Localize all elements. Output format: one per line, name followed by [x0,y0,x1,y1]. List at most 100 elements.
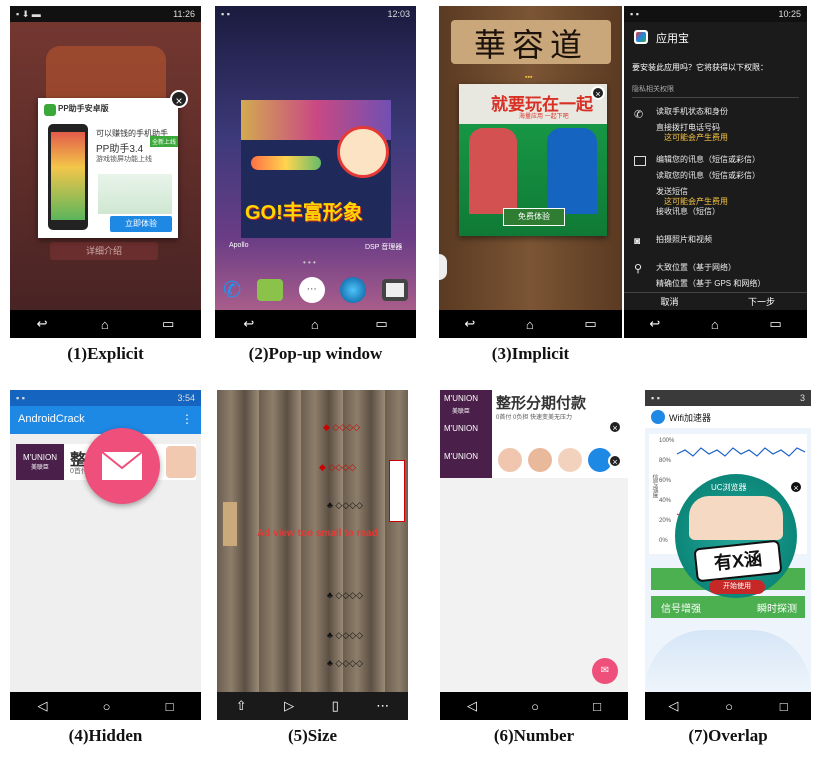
signal-line-blue [676,447,806,457]
phone-size: ◆ ◇◇◇◇ ◆ ◇◇◇◇ ♣ ◇◇◇◇ Ad view too small t… [217,390,408,720]
home-icon[interactable]: ⌂ [526,317,534,332]
home-icon[interactable]: ○ [103,699,111,714]
caption-explicit: (1)Explicit [67,344,144,363]
phone-popup-window: 12:03 ▪ ▪ GO!丰富形象 Apollo DSP 音理器 • • • ✆ … [215,6,416,338]
phone-hidden: 3:54▪ ▪ AndroidCrack ⋮ M'UNION 美联臣 整形 0首… [10,390,201,720]
popup-line2: PP助手3.4 [96,144,144,155]
implicit-ad[interactable]: 就要玩在一起 海量应用 一起下吧 免费体验 [459,84,607,236]
phone-number: M'UNION M'UNION M'UNION 美联臣 整形分期付款 0首付 0… [440,390,628,720]
stacked-ads[interactable]: M'UNION M'UNION M'UNION 美联臣 整形分期付款 0首付 0… [440,390,628,478]
home-icon[interactable]: ○ [531,699,539,714]
dock: ✆ ⋯ [215,270,416,310]
ad-close-icon[interactable]: × [591,86,605,100]
app-label-left[interactable]: Apollo [229,242,248,249]
card-column-left [223,502,237,546]
cancel-button[interactable]: 取消 [624,293,715,311]
home-icon[interactable]: ⌂ [101,317,109,332]
ad-face [166,446,196,478]
back-icon[interactable]: ↩ [243,316,254,332]
action-button-2[interactable]: 信号增强 瞬时探测 [651,596,805,618]
popup-close-icon[interactable]: × [170,90,188,108]
card-row-5: ♣ ◇◇◇◇ [327,630,364,640]
nav-bar: ⇧ ▷ ▯ ⋯ [217,692,408,720]
location-icon: ⚲ [634,263,643,275]
ad-close-icon[interactable]: × [789,480,803,494]
recents-icon[interactable]: □ [593,699,601,714]
next-button[interactable]: 下一步 [716,293,807,311]
recents-icon[interactable]: ▭ [162,316,174,332]
home-icon[interactable]: ⌂ [711,317,719,332]
store-icon [634,30,648,44]
back-icon[interactable]: ↩ [649,316,660,332]
nav-bar: ◁ ○ □ [10,692,201,720]
ad-start-button[interactable]: 开始使用 [709,580,765,594]
apps-drawer-icon[interactable]: ⋯ [298,277,325,303]
popup-line3: 游戏锁屏功能上线 [96,156,152,163]
mail-fab[interactable] [84,428,160,504]
ad-badge: 有X涵 [693,539,783,583]
ad-close-icon[interactable]: × [608,454,622,468]
more-icon[interactable]: ⋯ [376,698,389,714]
browser-icon[interactable] [340,277,367,303]
wifi-app-icon [651,410,665,424]
back-icon[interactable]: ↩ [464,316,475,332]
face [528,448,552,472]
popup-badge: 全新上线 [150,136,178,147]
app-bar: Wifi加速器 [645,406,811,428]
caption-popup-window: (2)Pop-up window [248,344,383,363]
nav-bar: ◁ ○ □ [440,692,628,720]
home-icon[interactable]: ○ [725,699,733,714]
status-bar: 10:25 ▪ ▪ [624,6,807,22]
app-bar: AndroidCrack ⋮ [10,406,201,434]
tiny-ad-view[interactable] [389,460,405,522]
install-action-bar: 取消 下一步 [624,292,807,311]
phone-implicit-game: 華容道 ▪▪▪ 就要玩在一起 海量应用 一起下吧 免费体验 × ↩ ⌂ ▭ [439,6,622,338]
mail-fab[interactable]: ✉ [592,658,618,684]
phone-explicit: 11:26 ▪ ⬇ ▬ 详细介绍 PP助手安卓版 可以赚钱的手机助手 PP助手3.… [10,6,201,338]
caption-hidden: (4)Hidden [68,726,143,745]
side-tab[interactable] [439,254,447,280]
camera-icon: ◙ [634,236,641,247]
recents-icon[interactable]: ▯ [332,698,339,714]
messaging-icon[interactable] [256,279,283,301]
overlap-ad[interactable]: UC浏览器 有X涵 开始使用 [675,474,797,598]
overflow-menu-icon[interactable]: ⋮ [181,412,193,426]
status-bar: 11:26 ▪ ⬇ ▬ [10,6,201,22]
back-icon[interactable]: ◁ [38,698,48,714]
back-icon[interactable]: ⇧ [236,698,247,714]
face [558,448,582,472]
banner-slogan: GO!丰富形象 [245,202,363,224]
nav-bar: ↩ ⌂ ▭ [439,310,622,338]
home-icon[interactable]: ⌂ [311,317,319,332]
back-icon[interactable]: ◁ [668,698,678,714]
ad-free-try-button[interactable]: 免费体验 [503,208,565,226]
recents-icon[interactable]: □ [166,699,174,714]
pp-logo-icon [44,104,56,116]
banner-ad[interactable]: GO!丰富形象 [241,100,391,238]
back-icon[interactable]: ↩ [37,316,48,332]
phone-icon: ✆ [634,109,644,121]
ad-too-small-label: Ad view too small to read [257,528,378,539]
nav-bar: ↩ ⌂ ▭ [624,310,807,338]
background-details-button[interactable]: 详细介绍 [50,242,158,260]
page-indicator: • • • [303,258,316,267]
ad-close-icon[interactable]: × [608,420,622,434]
camera-icon[interactable] [382,279,409,301]
install-question: 要安装此应用吗？它将获得以下权限： [632,63,768,72]
recents-icon[interactable]: ▭ [769,316,781,332]
phone-icon[interactable]: ✆ [223,277,241,303]
recents-icon[interactable]: ▭ [584,316,596,332]
popup-ad: PP助手安卓版 可以赚钱的手机助手 PP助手3.4 全新上线 游戏锁屏功能上线 … [38,98,178,238]
recents-icon[interactable]: □ [780,699,788,714]
status-bar: 3:54 ▪ ▪ [10,390,201,406]
ad-sub: 0首付 0负担 快速变美无压力 [496,415,573,421]
ad-sub: 海量应用 一起下吧 [519,114,569,120]
card-row-3: ♣ ◇◇◇◇ [327,500,364,510]
caption-number: (6)Number [493,726,575,745]
clown-icon [337,126,389,178]
app-label-right[interactable]: DSP 音理器 [365,242,402,252]
back-icon[interactable]: ◁ [467,698,477,714]
popup-try-button[interactable]: 立即体验 [110,216,172,232]
home-icon[interactable]: ▷ [284,698,294,714]
recents-icon[interactable]: ▭ [375,316,387,332]
